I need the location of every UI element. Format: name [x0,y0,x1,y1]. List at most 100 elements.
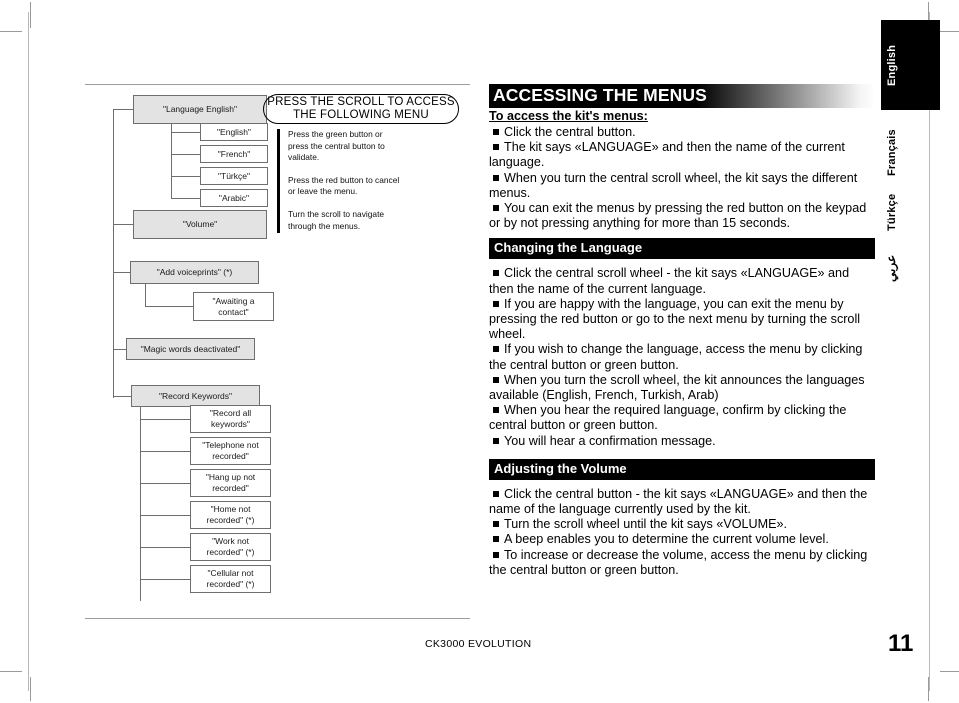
tree-connector [140,547,190,548]
tree-connector [113,224,133,225]
tree-node-add-voiceprints[interactable]: "Add voiceprints" (*) [130,261,259,284]
tree-connector [140,451,190,452]
tree-connector [113,109,133,110]
tree-node-record-keywords[interactable]: "Record Keywords" [131,385,260,407]
list-item: Click the central button - the kit says … [489,487,875,517]
tree-node-awaiting-contact[interactable]: "Awaiting a contact" [193,292,274,321]
list-item: When you turn the scroll wheel, the kit … [489,373,875,403]
list-item-text: If you wish to change the language, acce… [489,342,863,372]
tree-connector [113,396,131,397]
tree-connector [145,306,193,307]
tree-connector [140,483,190,484]
callout-title-bubble: PRESS THE SCROLL TO ACCESS THE FOLLOWING… [263,94,459,124]
callout-accent-bar [277,129,280,233]
list-item: If you are happy with the language, you … [489,297,875,343]
square-bullet-icon [493,536,499,543]
square-bullet-icon [493,346,499,353]
square-bullet-icon [493,205,499,212]
square-bullet-icon [493,521,499,528]
tree-connector [113,349,126,350]
volume-bullet-list: Click the central button - the kit says … [489,487,875,578]
square-bullet-icon [493,174,499,181]
square-bullet-icon [493,129,499,135]
list-item-text: A beep enables you to determine the curr… [504,532,829,547]
section-header-adjusting-the-volume: Adjusting the Volume [489,458,875,480]
tree-node-turkce[interactable]: "Türkçe" [200,167,268,185]
tree-connector [113,272,130,273]
list-item: Turn the scroll wheel until the kit says… [489,517,875,532]
square-bullet-icon [493,300,499,307]
tree-node-french[interactable]: "French" [200,145,268,163]
subheading-to-access-menus: To access the kit's menus: [489,109,648,123]
tree-node-hang-up-not-recorded[interactable]: "Hang up not recorded" [190,469,271,497]
list-item: When you hear the required language, con… [489,403,875,433]
tree-node-arabic[interactable]: "Arabic" [200,189,268,207]
language-bullet-list: Click the central scroll wheel - the kit… [489,266,875,448]
square-bullet-icon [493,144,499,151]
list-item: You will hear a confirmation message. [489,434,875,449]
list-item-text: You can exit the menus by pressing the r… [489,201,867,231]
tree-connector [140,515,190,516]
section-header-changing-the-language: Changing the Language [489,238,875,260]
tree-connector [140,419,190,420]
list-item-text: If you are happy with the language, you … [489,296,861,342]
list-item-text: When you hear the required language, con… [489,403,847,433]
list-item-text: When you turn the central scroll wheel, … [489,170,858,200]
callout-body: Press the green button or press the cent… [288,129,400,243]
list-item-text: To increase or decrease the volume, acce… [489,547,868,577]
list-item: A beep enables you to determine the curr… [489,532,875,547]
language-tab-francais[interactable]: Français [886,118,900,188]
list-item-text: Click the central button. [504,125,636,139]
language-tab-english[interactable]: English [886,22,900,108]
list-item-text: The kit says «LANGUAGE» and then the nam… [489,140,845,170]
list-item: When you turn the central scroll wheel, … [489,171,875,201]
list-item-text: You will hear a confirmation message. [504,433,716,448]
list-item: You can exit the menus by pressing the r… [489,201,875,231]
tree-connector [140,579,190,580]
crop-mark-top-right-h [940,31,959,32]
callout-paragraph-2: Press the red button to cancel or leave … [288,174,400,197]
crop-mark-bottom-left-h [0,671,22,672]
tree-connector [171,132,200,133]
callout-paragraph-1: Press the green button or press the cent… [288,129,385,163]
tree-node-magic-words[interactable]: "Magic words deactivated" [126,338,255,360]
crop-mark-top-left-h [0,31,22,32]
footer-page-number: 11 [888,630,914,657]
tree-connector [171,154,200,155]
tree-connector [171,198,200,199]
instructions-panel: ACCESSING THE MENUS To access the kit's … [489,84,875,578]
language-tab-arabic[interactable]: عربي [884,248,902,288]
tree-node-volume[interactable]: "Volume" [133,210,267,239]
footer-product-name: CK3000 EVOLUTION [425,638,532,650]
square-bullet-icon [493,270,499,277]
tree-trunk-line [113,109,114,398]
list-item-text: When you turn the scroll wheel, the kit … [489,372,865,403]
tree-branch-line-keywords [140,407,141,601]
tree-node-cellular-not-recorded[interactable]: "Cellular not recorded" (*) [190,565,271,593]
square-bullet-icon [493,376,499,383]
tree-node-record-all-keywords[interactable]: "Record all keywords" [190,405,271,433]
callout-paragraph-3: Turn the scroll to navigate through the … [288,208,385,231]
tree-node-home-not-recorded[interactable]: "Home not recorded" (*) [190,501,271,529]
tree-branch-line-language [171,124,172,199]
list-item: Click the central button. [489,125,875,140]
list-item: The kit says «LANGUAGE» and then the nam… [489,140,875,170]
square-bullet-icon [493,437,499,444]
language-tab-turkce[interactable]: Türkçe [886,182,900,242]
tree-node-english[interactable]: "English" [200,123,268,141]
list-item: To increase or decrease the volume, acce… [489,548,875,578]
square-bullet-icon [493,490,499,497]
list-item-text: Turn the scroll wheel until the kit says… [504,517,788,532]
square-bullet-icon [493,551,499,558]
tree-node-telephone-not-recorded[interactable]: "Telephone not recorded" [190,437,271,465]
square-bullet-icon [493,407,499,414]
list-item: Click the central scroll wheel - the kit… [489,266,875,296]
crop-mark-bottom-right-h [940,671,959,672]
tree-node-work-not-recorded[interactable]: "Work not recorded" (*) [190,533,271,561]
tree-node-language-english[interactable]: "Language English" [133,95,267,124]
section-header-accessing-the-menus: ACCESSING THE MENUS [489,84,875,108]
list-item-text: Click the central scroll wheel - the kit… [489,266,850,296]
